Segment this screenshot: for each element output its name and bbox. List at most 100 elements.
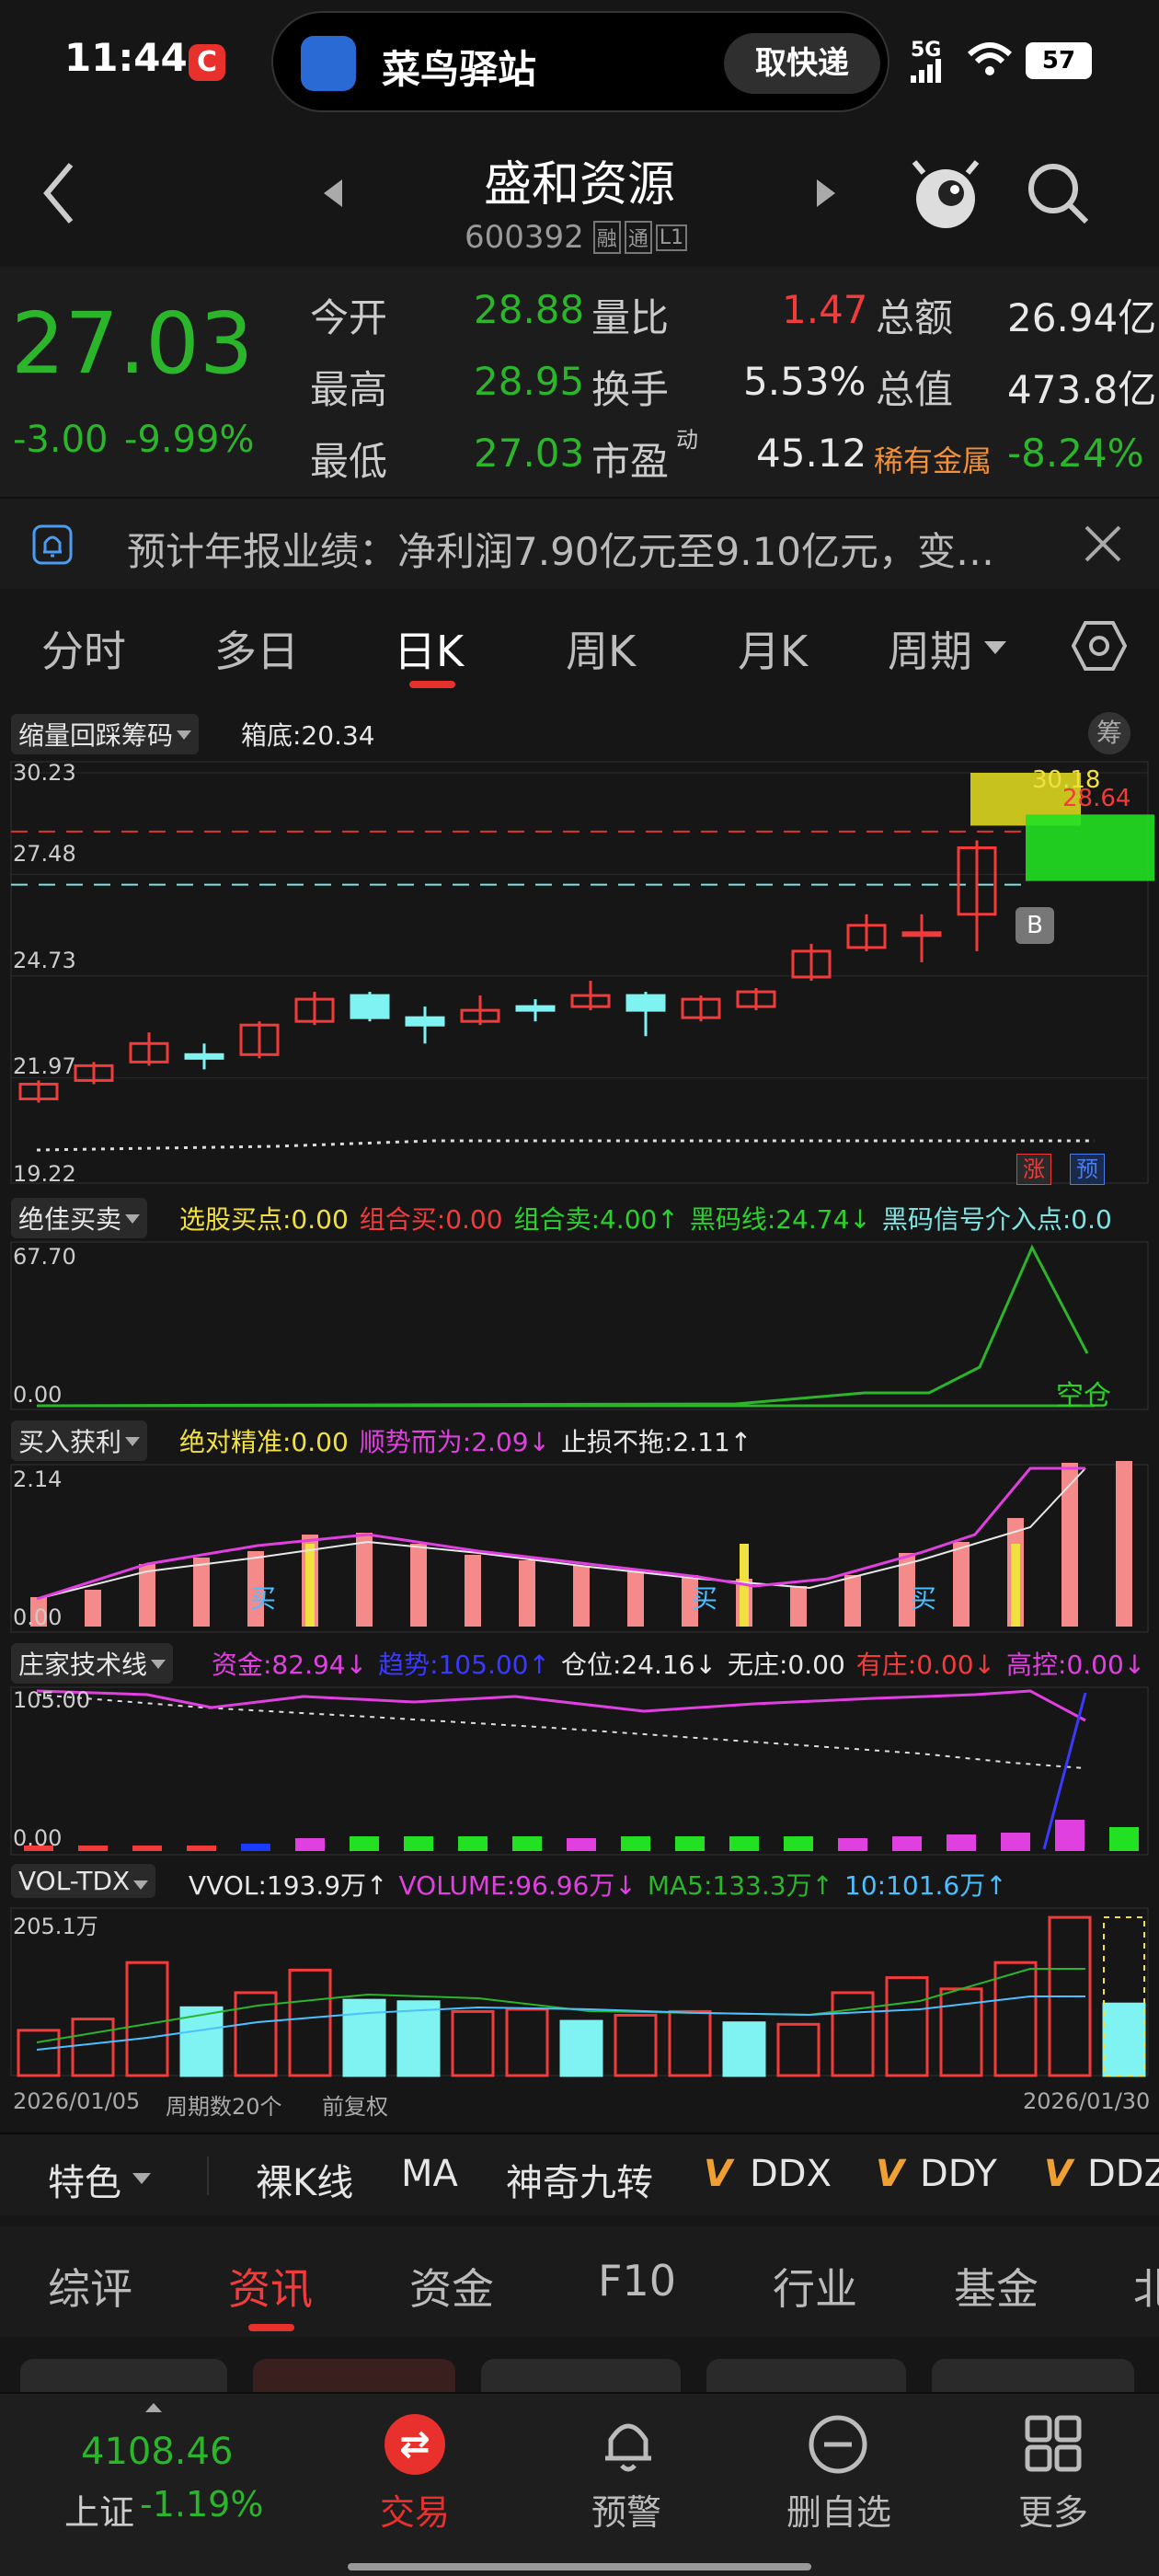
tab-f10[interactable]: F10 [598, 2256, 676, 2306]
notice-text[interactable]: 预计年报业绩：净利润7.90亿元至9.10亿元，变… [127, 521, 1056, 577]
yu-badge[interactable]: 预 [1070, 1154, 1105, 1185]
indicator-select-panel4[interactable]: 庄家技术线 [11, 1643, 174, 1684]
b-marker: B [1016, 907, 1054, 944]
chip-button[interactable]: 筹 [1088, 712, 1130, 754]
cainiao-icon [301, 36, 356, 91]
sub-tab-2[interactable] [253, 2359, 455, 2392]
panel4-bar-7 [404, 1836, 433, 1851]
tab-overview[interactable]: 综评 [48, 2256, 132, 2317]
indicator-select-kline[interactable]: 缩量回踩筹码 [11, 714, 200, 754]
panel2-chart[interactable] [0, 1238, 1159, 1413]
panel4-value-0: 资金:82.94↓ [212, 1650, 368, 1680]
pickup-button[interactable]: 取快递 [724, 33, 880, 94]
axis-end-date: 2026/01/30 [1023, 2088, 1151, 2114]
toolbar-magic-nine[interactable]: 神奇九转 [506, 2153, 653, 2206]
vip-v-icon-1: V [704, 2153, 732, 2195]
indicator-select-panel2[interactable]: 绝佳买卖 [11, 1198, 148, 1238]
toolbar-ma[interactable]: MA [401, 2153, 458, 2195]
tab-rik[interactable]: 日K [394, 618, 464, 679]
sub-tab-3[interactable] [481, 2359, 681, 2392]
tab-fenshi[interactable]: 分时 [41, 618, 126, 679]
indicator-toolbar: 特色 裸K线 MA 神奇九转 V DDX V DDY V DDZ [0, 2133, 1159, 2215]
panel4-bar-13 [729, 1836, 759, 1851]
price-change: -3.00 [13, 419, 109, 461]
panel4-ytop: 105.00 [13, 1687, 90, 1713]
remove-watchlist-label[interactable]: 删自选 [786, 2484, 891, 2535]
tab-industry[interactable]: 行业 [773, 2256, 857, 2317]
kline-header: 缩量回踩筹码 箱底:20.34 筹 [0, 710, 1159, 756]
remove-watchlist-icon[interactable] [808, 2414, 868, 2475]
signal-icon [911, 59, 941, 83]
badge-level: L1 [655, 224, 688, 251]
volume-chart[interactable] [0, 1904, 1159, 2079]
toolbar-ddz[interactable]: DDZ [1087, 2153, 1159, 2195]
tab-duori[interactable]: 多日 [214, 618, 299, 679]
panel3-chart[interactable] [0, 1461, 1159, 1636]
panel2-value-0: 选股买点:0.00 [179, 1204, 349, 1235]
tab-fund[interactable]: 基金 [954, 2256, 1039, 2317]
candle-body-7 [405, 1016, 445, 1027]
prev-stock-icon[interactable] [322, 178, 344, 209]
sub-tab-5[interactable] [932, 2359, 1134, 2392]
alert-bell-icon[interactable] [598, 2412, 659, 2477]
high-label: 最高 [310, 367, 388, 412]
zhang-badge[interactable]: 涨 [1016, 1154, 1051, 1185]
axis-adjust: 前复权 [322, 2094, 388, 2120]
volume-bar-8 [451, 2009, 495, 2077]
more-label[interactable]: 更多 [1018, 2484, 1088, 2535]
trade-icon[interactable]: ⇄ [384, 2414, 445, 2475]
buy-mark-1: 买 [250, 1583, 277, 1614]
panel3-bar-10 [573, 1566, 590, 1627]
trade-label[interactable]: 交易 [380, 2484, 450, 2535]
panel3-ytop: 2.14 [13, 1466, 63, 1492]
active-tab-indicator [409, 681, 455, 688]
empty-position-label: 空仓 [1056, 1380, 1111, 1412]
next-stock-icon[interactable] [815, 178, 837, 209]
panel5-value-2: MA5:133.3万↑ [647, 1870, 834, 1901]
notice-bar[interactable]: 预计年报业绩：净利润7.90亿元至9.10亿元，变… [0, 497, 1159, 589]
kline-ytick-0: 30.23 [13, 760, 76, 786]
sub-tab-1[interactable] [20, 2359, 227, 2392]
alert-label[interactable]: 预警 [591, 2484, 661, 2535]
tab-funds-flow[interactable]: 资金 [409, 2256, 494, 2317]
panel4-bar-15 [838, 1838, 867, 1851]
info-tab-indicator [248, 2324, 294, 2331]
sub-tab-4[interactable] [706, 2359, 906, 2392]
buy-mark-2: 买 [692, 1583, 718, 1614]
sub-tab-strip [0, 2337, 1159, 2392]
kline-chart[interactable] [0, 754, 1159, 1187]
tab-news[interactable]: 资讯 [228, 2256, 313, 2317]
index-change: -1.19% [140, 2484, 264, 2524]
panel5-value-0: VVOL:193.9万↑ [189, 1870, 388, 1901]
mascot-icon[interactable] [911, 156, 981, 234]
more-grid-icon[interactable] [1024, 2414, 1083, 2473]
back-icon[interactable] [41, 161, 78, 225]
settings-hex-icon[interactable] [1072, 618, 1127, 673]
app-notif-icon: C [189, 44, 225, 81]
panel4-values: 资金:82.94↓ 趋势:105.00↑ 仓位:24.16↓ 无庄:0.00 有庄:0.… [212, 1645, 1156, 1682]
panel4-bar-14 [784, 1836, 813, 1851]
indicator-select-volume[interactable]: VOL-TDX [11, 1864, 156, 1898]
panel4-bar-19 [1055, 1820, 1084, 1851]
volume-bar-16 [885, 1976, 929, 2077]
panel4-chart[interactable] [0, 1684, 1159, 1858]
tab-more-cut[interactable]: 北 [1133, 2256, 1159, 2317]
index-value[interactable]: 4108.46 [81, 2431, 233, 2473]
close-icon[interactable] [1084, 524, 1122, 563]
toolbar-ddx[interactable]: DDX [750, 2153, 832, 2195]
feature-select[interactable]: 特色 [48, 2153, 121, 2206]
volume-bar-14 [776, 2022, 820, 2077]
tab-zhouqi[interactable]: 周期 [888, 618, 972, 679]
dynamic-island[interactable]: 菜鸟驿站 取快递 [271, 11, 889, 112]
indicator-select-panel3[interactable]: 买入获利 [11, 1420, 148, 1461]
chip-label-mid: 28.64 [1062, 785, 1131, 812]
volume-bar-11 [614, 2014, 658, 2077]
tab-zhouk[interactable]: 周K [566, 618, 636, 679]
toolbar-ddy[interactable]: DDY [920, 2153, 997, 2195]
sector-label[interactable]: 稀有金属 [874, 438, 992, 480]
low-value: 27.03 [474, 431, 585, 476]
toolbar-divider [207, 2156, 209, 2195]
search-icon[interactable] [1026, 161, 1092, 227]
toolbar-naked-k[interactable]: 裸K线 [256, 2153, 353, 2206]
tab-yuek[interactable]: 月K [738, 618, 808, 679]
